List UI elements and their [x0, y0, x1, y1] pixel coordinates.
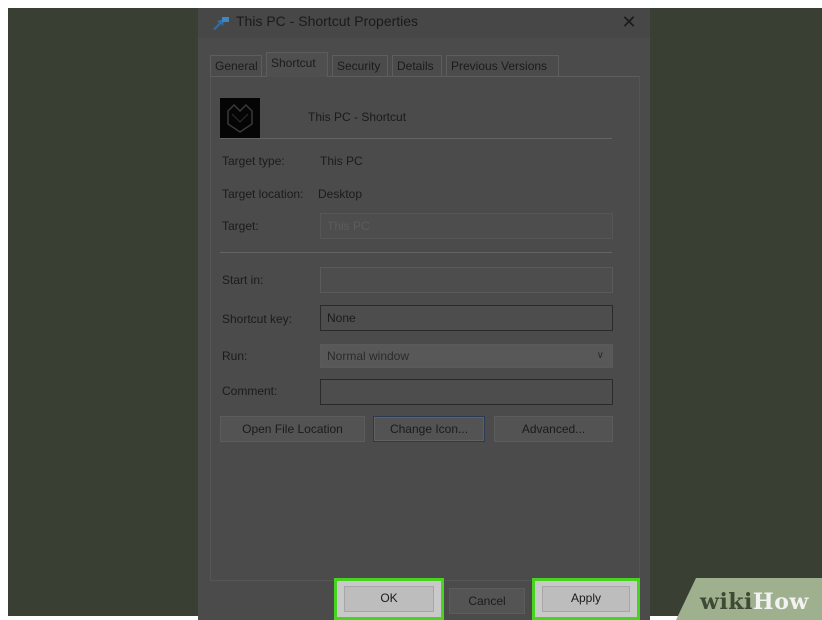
tab-details[interactable]: Details — [392, 55, 442, 76]
separator — [220, 138, 612, 139]
target-location-value: Desktop — [318, 187, 363, 201]
apply-highlight: Apply — [532, 578, 640, 620]
wikihow-logo-part1: wiki — [700, 589, 753, 615]
target-field[interactable]: This PC — [320, 213, 613, 239]
shortcut-name: This PC - Shortcut — [308, 110, 407, 124]
run-select-value: Normal window — [327, 349, 410, 363]
target-type-label: Target type: — [222, 154, 285, 168]
ok-highlight: OK — [334, 578, 444, 620]
title-bar: This PC - Shortcut Properties ✕ — [198, 8, 650, 38]
target-label: Target: — [222, 219, 259, 233]
change-icon-button[interactable]: Change Icon... — [373, 416, 485, 442]
ok-button[interactable]: OK — [344, 586, 434, 612]
this-pc-shortcut-icon — [220, 98, 260, 138]
close-button[interactable]: ✕ — [618, 10, 640, 34]
target-type-value: This PC — [320, 154, 363, 168]
pc-glyph-icon — [227, 103, 253, 133]
run-label: Run: — [222, 349, 248, 363]
shortcut-key-field[interactable]: None — [320, 305, 613, 331]
apply-button[interactable]: Apply — [542, 586, 630, 612]
open-file-location-button[interactable]: Open File Location — [220, 416, 365, 442]
chevron-down-icon: ∨ — [596, 350, 604, 361]
wikihow-logo-part2: How — [752, 589, 809, 615]
advanced-button[interactable]: Advanced... — [494, 416, 613, 442]
shortcut-key-label: Shortcut key: — [222, 312, 293, 326]
tab-shortcut[interactable]: Shortcut — [266, 52, 328, 77]
tab-security[interactable]: Security — [332, 55, 388, 76]
wikihow-logo: wikiHow — [700, 589, 809, 615]
tab-strip: General Shortcut Security Details Previo… — [210, 52, 640, 77]
comment-field[interactable] — [320, 379, 613, 405]
tab-general[interactable]: General — [210, 55, 262, 76]
cancel-button[interactable]: Cancel — [449, 588, 525, 614]
shortcut-arrow-icon — [213, 17, 229, 30]
properties-dialog: This PC - Shortcut Properties ✕ General … — [198, 8, 650, 620]
comment-label: Comment: — [222, 384, 278, 398]
run-select[interactable]: Normal window ∨ — [320, 344, 613, 368]
separator — [220, 252, 612, 253]
window-title: This PC - Shortcut Properties — [236, 13, 419, 29]
start-in-label: Start in: — [222, 273, 264, 287]
tab-previous-versions[interactable]: Previous Versions — [446, 55, 559, 76]
target-location-label: Target location: — [222, 187, 304, 201]
start-in-field[interactable] — [320, 267, 613, 293]
